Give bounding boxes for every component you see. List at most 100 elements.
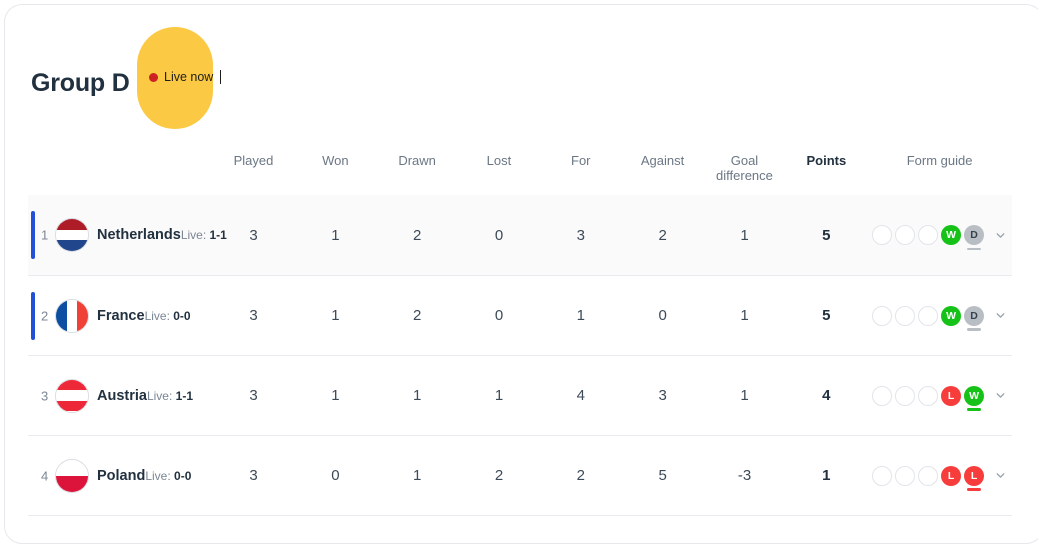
- team-rank: 4: [41, 468, 49, 483]
- cell-gd: 1: [740, 387, 749, 404]
- form-badge-l[interactable]: L: [941, 385, 962, 406]
- form-badge-empty: [895, 385, 916, 406]
- team-cell: 4 PolandLive: 0-0: [28, 436, 213, 515]
- team-cell: 1 NetherlandsLive: 1-1: [28, 195, 227, 275]
- table-body: 1 NetherlandsLive: 1-1 3 1 2 0 3 2 1 5 W D 2 FranceLi…: [28, 195, 1012, 516]
- team-name: France: [97, 307, 145, 324]
- cell-gd: 1: [740, 226, 749, 244]
- form-badge-d[interactable]: D: [964, 305, 985, 331]
- flag-icon-netherlands: [55, 218, 89, 252]
- form-badge-current-marker: [967, 328, 982, 331]
- team-cell: 3 AustriaLive: 1-1: [28, 356, 213, 435]
- form-badge-d[interactable]: D: [964, 225, 985, 250]
- cell-won: 1: [331, 226, 340, 244]
- table-row[interactable]: 4 PolandLive: 0-0 3 0 1 2 2 5 -3 1 L L: [28, 436, 1012, 516]
- team-rank: 3: [41, 388, 49, 403]
- cell-drawn: 1: [413, 387, 422, 404]
- column-header-lost: Lost: [486, 153, 512, 168]
- cell-for: 2: [576, 467, 586, 484]
- form-badge-empty: [918, 385, 939, 406]
- card-header: Group D Live now: [27, 23, 427, 133]
- team-live-score: Live: 1-1: [146, 388, 193, 403]
- text-caret: [220, 70, 222, 84]
- chevron-down-icon[interactable]: [994, 229, 1007, 242]
- form-badge-empty: [918, 465, 939, 486]
- cell-drawn: 2: [413, 307, 422, 324]
- table-row[interactable]: 1 NetherlandsLive: 1-1 3 1 2 0 3 2 1 5 W D: [28, 195, 1012, 275]
- cell-against: 2: [658, 226, 667, 244]
- chevron-down-icon[interactable]: [994, 469, 1007, 482]
- cell-against: 5: [658, 467, 667, 484]
- form-guide-cell: WD: [867, 225, 1012, 250]
- form-badge-empty: [895, 465, 916, 486]
- cell-lost: 1: [494, 387, 504, 404]
- cell-won: 1: [331, 387, 340, 404]
- column-header-form-guide: Form guide: [906, 153, 973, 168]
- cell-for: 4: [576, 387, 586, 404]
- cell-won: 0: [331, 467, 340, 484]
- standings-table: Played Won Drawn Lost For Against Goal d…: [28, 145, 1012, 516]
- team-name: Poland: [97, 467, 146, 484]
- team-rank: 1: [41, 227, 49, 243]
- column-header-against: Against: [640, 153, 685, 168]
- chevron-down-icon[interactable]: [994, 389, 1007, 402]
- chevron-down-icon[interactable]: [994, 309, 1007, 322]
- form-guide: WD: [872, 305, 1007, 331]
- cell-won: 1: [331, 307, 340, 324]
- cell-lost: 0: [494, 307, 504, 324]
- cell-lost: 0: [494, 226, 504, 244]
- cell-against: 0: [658, 307, 667, 324]
- form-guide-cell: LW: [867, 385, 1012, 411]
- cell-played: 3: [249, 307, 258, 324]
- cell-points: 4: [822, 387, 831, 404]
- cell-points: 1: [822, 467, 831, 484]
- form-badge-l[interactable]: L: [941, 465, 962, 486]
- form-guide: LW: [872, 385, 1007, 411]
- cell-gd: -3: [737, 467, 752, 484]
- team-info: FranceLive: 0-0: [97, 307, 191, 325]
- column-header-goal-difference: Goal difference: [716, 153, 773, 183]
- table-row[interactable]: 3 AustriaLive: 1-1 3 1 1 1 4 3 1 4 L W: [28, 356, 1012, 436]
- cell-for: 3: [576, 226, 586, 244]
- live-indicator-dot: [149, 72, 158, 82]
- table-header-row: Played Won Drawn Lost For Against Goal d…: [28, 145, 1012, 195]
- cell-gd: 1: [740, 307, 749, 324]
- live-now-badge-content: Live now: [149, 70, 222, 84]
- team-name: Austria: [97, 387, 147, 404]
- form-badge-empty: [872, 465, 893, 486]
- form-badge-w[interactable]: W: [941, 305, 962, 326]
- form-badge-l[interactable]: L: [964, 465, 985, 491]
- cell-for: 1: [576, 307, 586, 324]
- cell-drawn: 2: [413, 226, 422, 244]
- cell-points: 5: [822, 226, 831, 244]
- column-header-points: Points: [806, 153, 847, 168]
- form-badge-empty: [872, 305, 893, 326]
- column-header-drawn: Drawn: [398, 153, 436, 168]
- form-guide: LL: [872, 465, 1007, 491]
- form-badge-current-marker: [967, 408, 982, 411]
- form-badge-w[interactable]: W: [941, 225, 962, 245]
- form-badge-w[interactable]: W: [964, 385, 985, 411]
- column-header-for: For: [571, 153, 591, 168]
- cell-against: 3: [658, 387, 667, 404]
- cell-lost: 2: [494, 467, 504, 484]
- column-header-won: Won: [322, 153, 349, 168]
- table-row[interactable]: 2 FranceLive: 0-0 3 1 2 0 1 0 1 5 W D: [28, 276, 1012, 356]
- team-info: PolandLive: 0-0: [97, 467, 191, 485]
- form-badge-current-marker: [967, 247, 982, 250]
- flag-icon-france: [55, 298, 89, 333]
- cell-points: 5: [822, 307, 831, 324]
- team-info: NetherlandsLive: 1-1: [97, 226, 227, 244]
- form-badge-current-marker: [967, 488, 982, 491]
- flag-icon-austria: [55, 378, 89, 413]
- group-standings-card: Group D Live now Played Won Drawn Lost F…: [4, 4, 1038, 544]
- live-now-label: Live now: [164, 70, 214, 84]
- cell-drawn: 1: [413, 467, 422, 484]
- column-header-played: Played: [233, 153, 274, 168]
- live-now-badge[interactable]: Live now: [137, 27, 222, 129]
- form-badge-empty: [918, 225, 939, 245]
- form-badge-empty: [895, 225, 916, 245]
- team-rank: 2: [41, 308, 49, 323]
- team-info: AustriaLive: 1-1: [97, 387, 193, 405]
- form-badge-empty: [895, 305, 916, 326]
